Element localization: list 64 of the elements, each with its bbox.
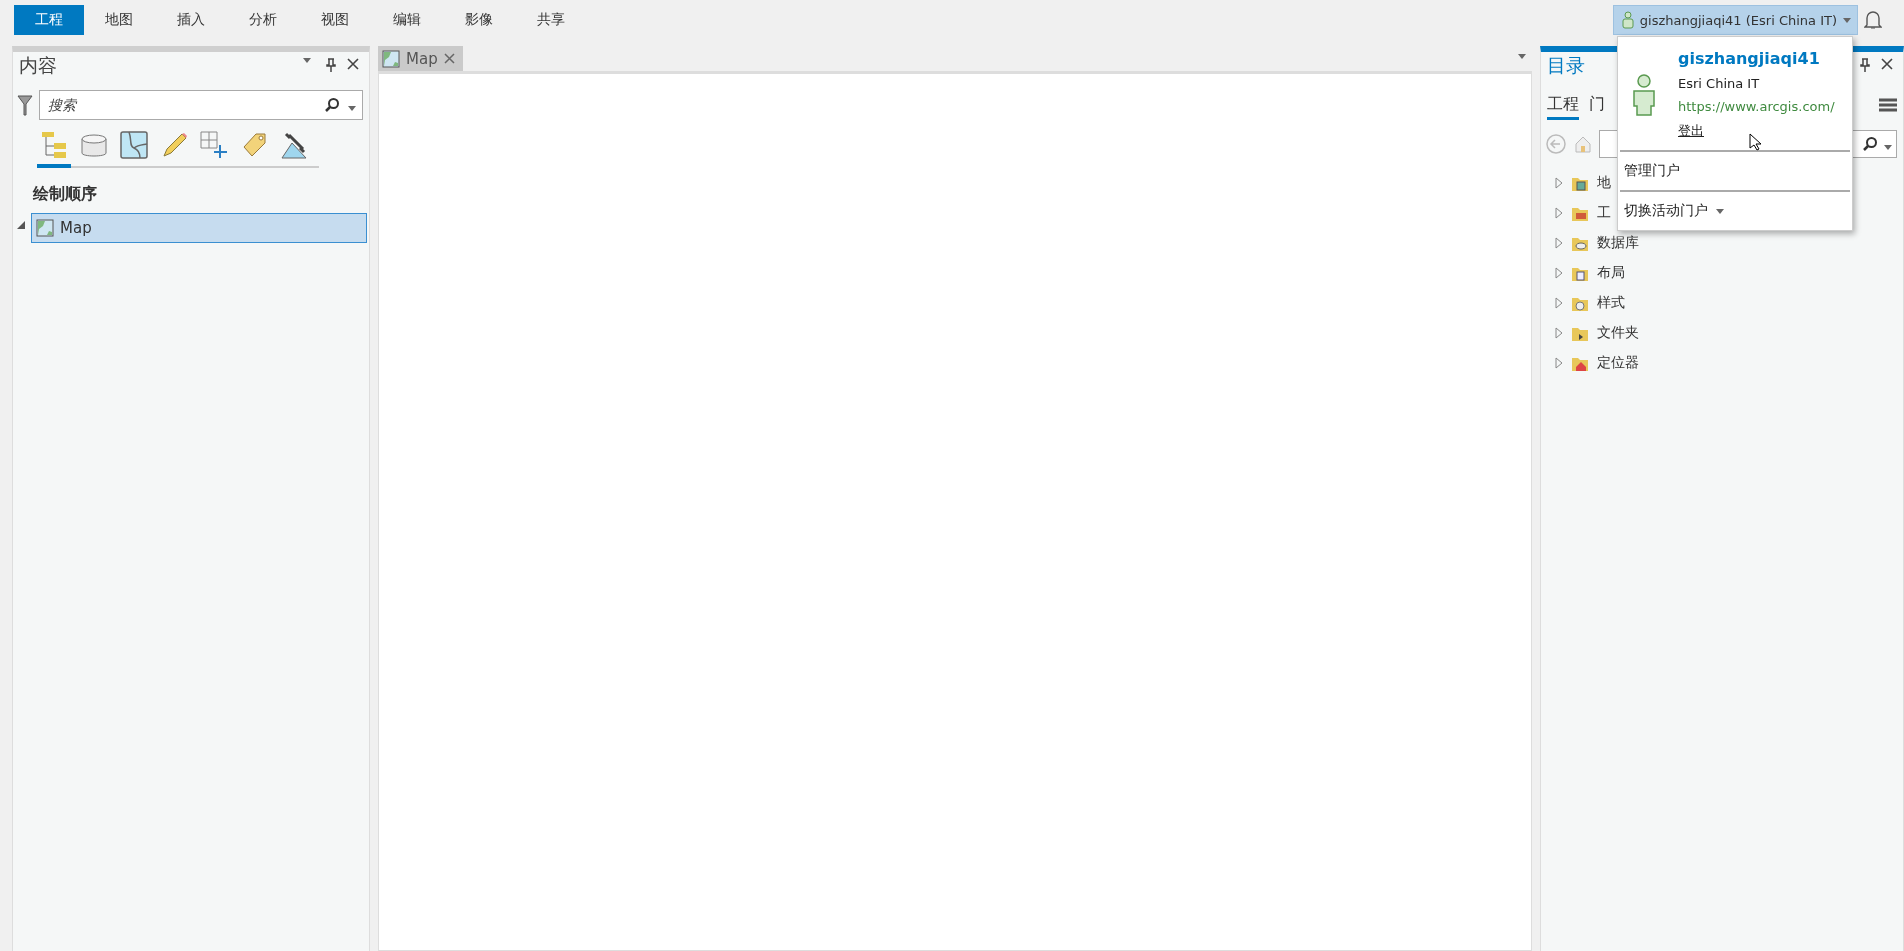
tree-item-label[interactable]: 地 <box>1597 174 1611 192</box>
expand-icon[interactable] <box>1555 177 1563 189</box>
ribbon-tab[interactable]: 编辑 <box>372 5 442 35</box>
section-title: 绘制顺序 <box>33 184 98 205</box>
expand-icon[interactable] <box>1555 207 1563 219</box>
menu-item[interactable]: 切换活动门户 <box>1620 190 1850 230</box>
search-field[interactable]: 搜索 <box>39 90 363 120</box>
layers-tree-icon <box>40 130 68 159</box>
search-icon <box>1862 136 1878 152</box>
user-avatar-icon <box>1632 73 1656 116</box>
close-icon[interactable] <box>347 58 359 70</box>
portal-link[interactable]: https://www.arcgis.com/ <box>1678 99 1835 114</box>
submenu-caret-icon <box>1716 208 1724 214</box>
satellite-icon <box>280 130 308 159</box>
map-selection-icon <box>120 130 148 159</box>
tree-item-label[interactable]: 样式 <box>1597 294 1625 312</box>
tree-item-label[interactable]: 布局 <box>1597 264 1625 282</box>
dropdown-caret-icon <box>1884 144 1892 150</box>
pane-menu-icon <box>303 58 311 63</box>
tree-item-label[interactable]: 定位器 <box>1597 354 1639 372</box>
username: giszhangjiaqi41 <box>1678 49 1821 68</box>
organization-name: Esri China IT <box>1678 76 1761 91</box>
catalog-tab[interactable]: 工程 <box>1547 94 1579 120</box>
pane-title: 目录 <box>1547 53 1585 78</box>
mouse-cursor-icon <box>1749 133 1761 151</box>
map-icon <box>36 219 54 237</box>
menu-item[interactable]: 管理门户 <box>1620 150 1850 190</box>
caret-icon <box>1843 17 1851 23</box>
pin-icon[interactable] <box>1859 58 1871 72</box>
ribbon-tab[interactable]: 分析 <box>228 5 298 35</box>
ribbon-tab[interactable]: 插入 <box>156 5 226 35</box>
expand-icon[interactable] <box>1555 297 1563 309</box>
user-icon <box>1621 11 1634 29</box>
expand-icon[interactable] <box>1555 357 1563 369</box>
tree-item-label[interactable]: 文件夹 <box>1597 324 1639 342</box>
user-account-button[interactable]: giszhangjiaqi41 (Esri China IT) <box>1612 5 1858 35</box>
map-icon <box>382 49 400 68</box>
dropdown-caret-icon <box>348 105 356 111</box>
tree-item-label[interactable]: 工 <box>1597 204 1611 222</box>
expand-icon[interactable] <box>1555 237 1563 249</box>
catalog-tab[interactable]: 门 <box>1589 94 1605 120</box>
ribbon-tab[interactable]: 影像 <box>444 5 514 35</box>
map-tab[interactable]: Map <box>378 46 463 71</box>
grid-add-icon <box>200 130 228 159</box>
search-icon <box>324 97 340 113</box>
ribbon-tab[interactable]: 视图 <box>300 5 370 35</box>
ribbon-tab[interactable]: 工程 <box>14 5 84 35</box>
tree-item-label[interactable]: 数据库 <box>1597 234 1639 252</box>
ribbon-tab[interactable]: 地图 <box>84 5 154 35</box>
expand-icon[interactable] <box>1555 267 1563 279</box>
pencil-icon <box>160 130 188 159</box>
sign-out-link[interactable]: 登出 <box>1678 122 1704 140</box>
close-icon[interactable] <box>1881 58 1893 70</box>
menu-icon[interactable] <box>1879 98 1897 112</box>
bell-icon[interactable] <box>1864 10 1882 30</box>
ribbon-tab[interactable]: 共享 <box>516 5 586 35</box>
expanded-icon[interactable] <box>17 221 25 229</box>
search-input[interactable]: 搜索 <box>46 96 324 114</box>
filter-icon[interactable] <box>17 94 33 116</box>
pane-title: 内容 <box>19 53 57 78</box>
pin-icon[interactable] <box>325 58 337 72</box>
expand-icon[interactable] <box>1555 327 1563 339</box>
layer-item[interactable]: Map <box>31 213 367 243</box>
tab-menu-icon <box>1518 54 1526 59</box>
